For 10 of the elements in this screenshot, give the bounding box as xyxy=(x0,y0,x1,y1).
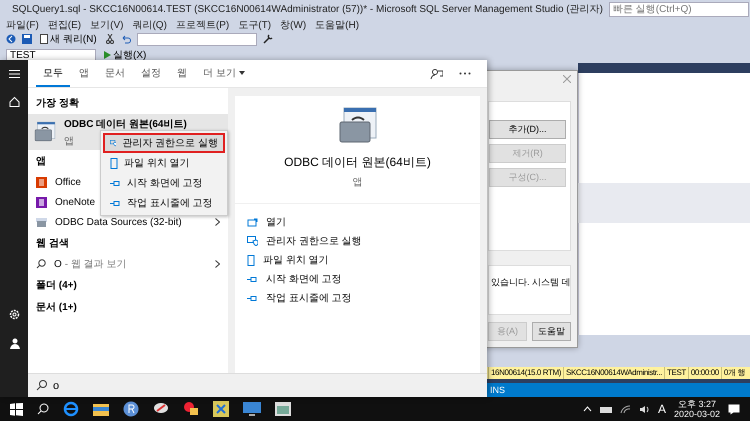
description-text: 있습니다. 시스템 데 xyxy=(488,265,571,315)
section-heading: 가장 정확 xyxy=(36,97,79,110)
section-heading: 앱 xyxy=(36,155,46,168)
section-heading: 웹 검색 xyxy=(36,237,69,250)
app-type: 앱 xyxy=(64,134,74,148)
mode-text: INS xyxy=(490,385,506,395)
app-title: ODBC 데이터 원본(64비트) xyxy=(284,154,431,171)
app-type: 앱 xyxy=(352,176,362,189)
window-title: SQLQuery1.sql - SKCC16N00614.TEST (SKCC16N00614WAdministrator (57))* - Microsoft SQL Server Management Studio (관리자) xyxy=(12,3,603,16)
app-title: ODBC 데이터 원본(64비트) xyxy=(64,118,187,130)
